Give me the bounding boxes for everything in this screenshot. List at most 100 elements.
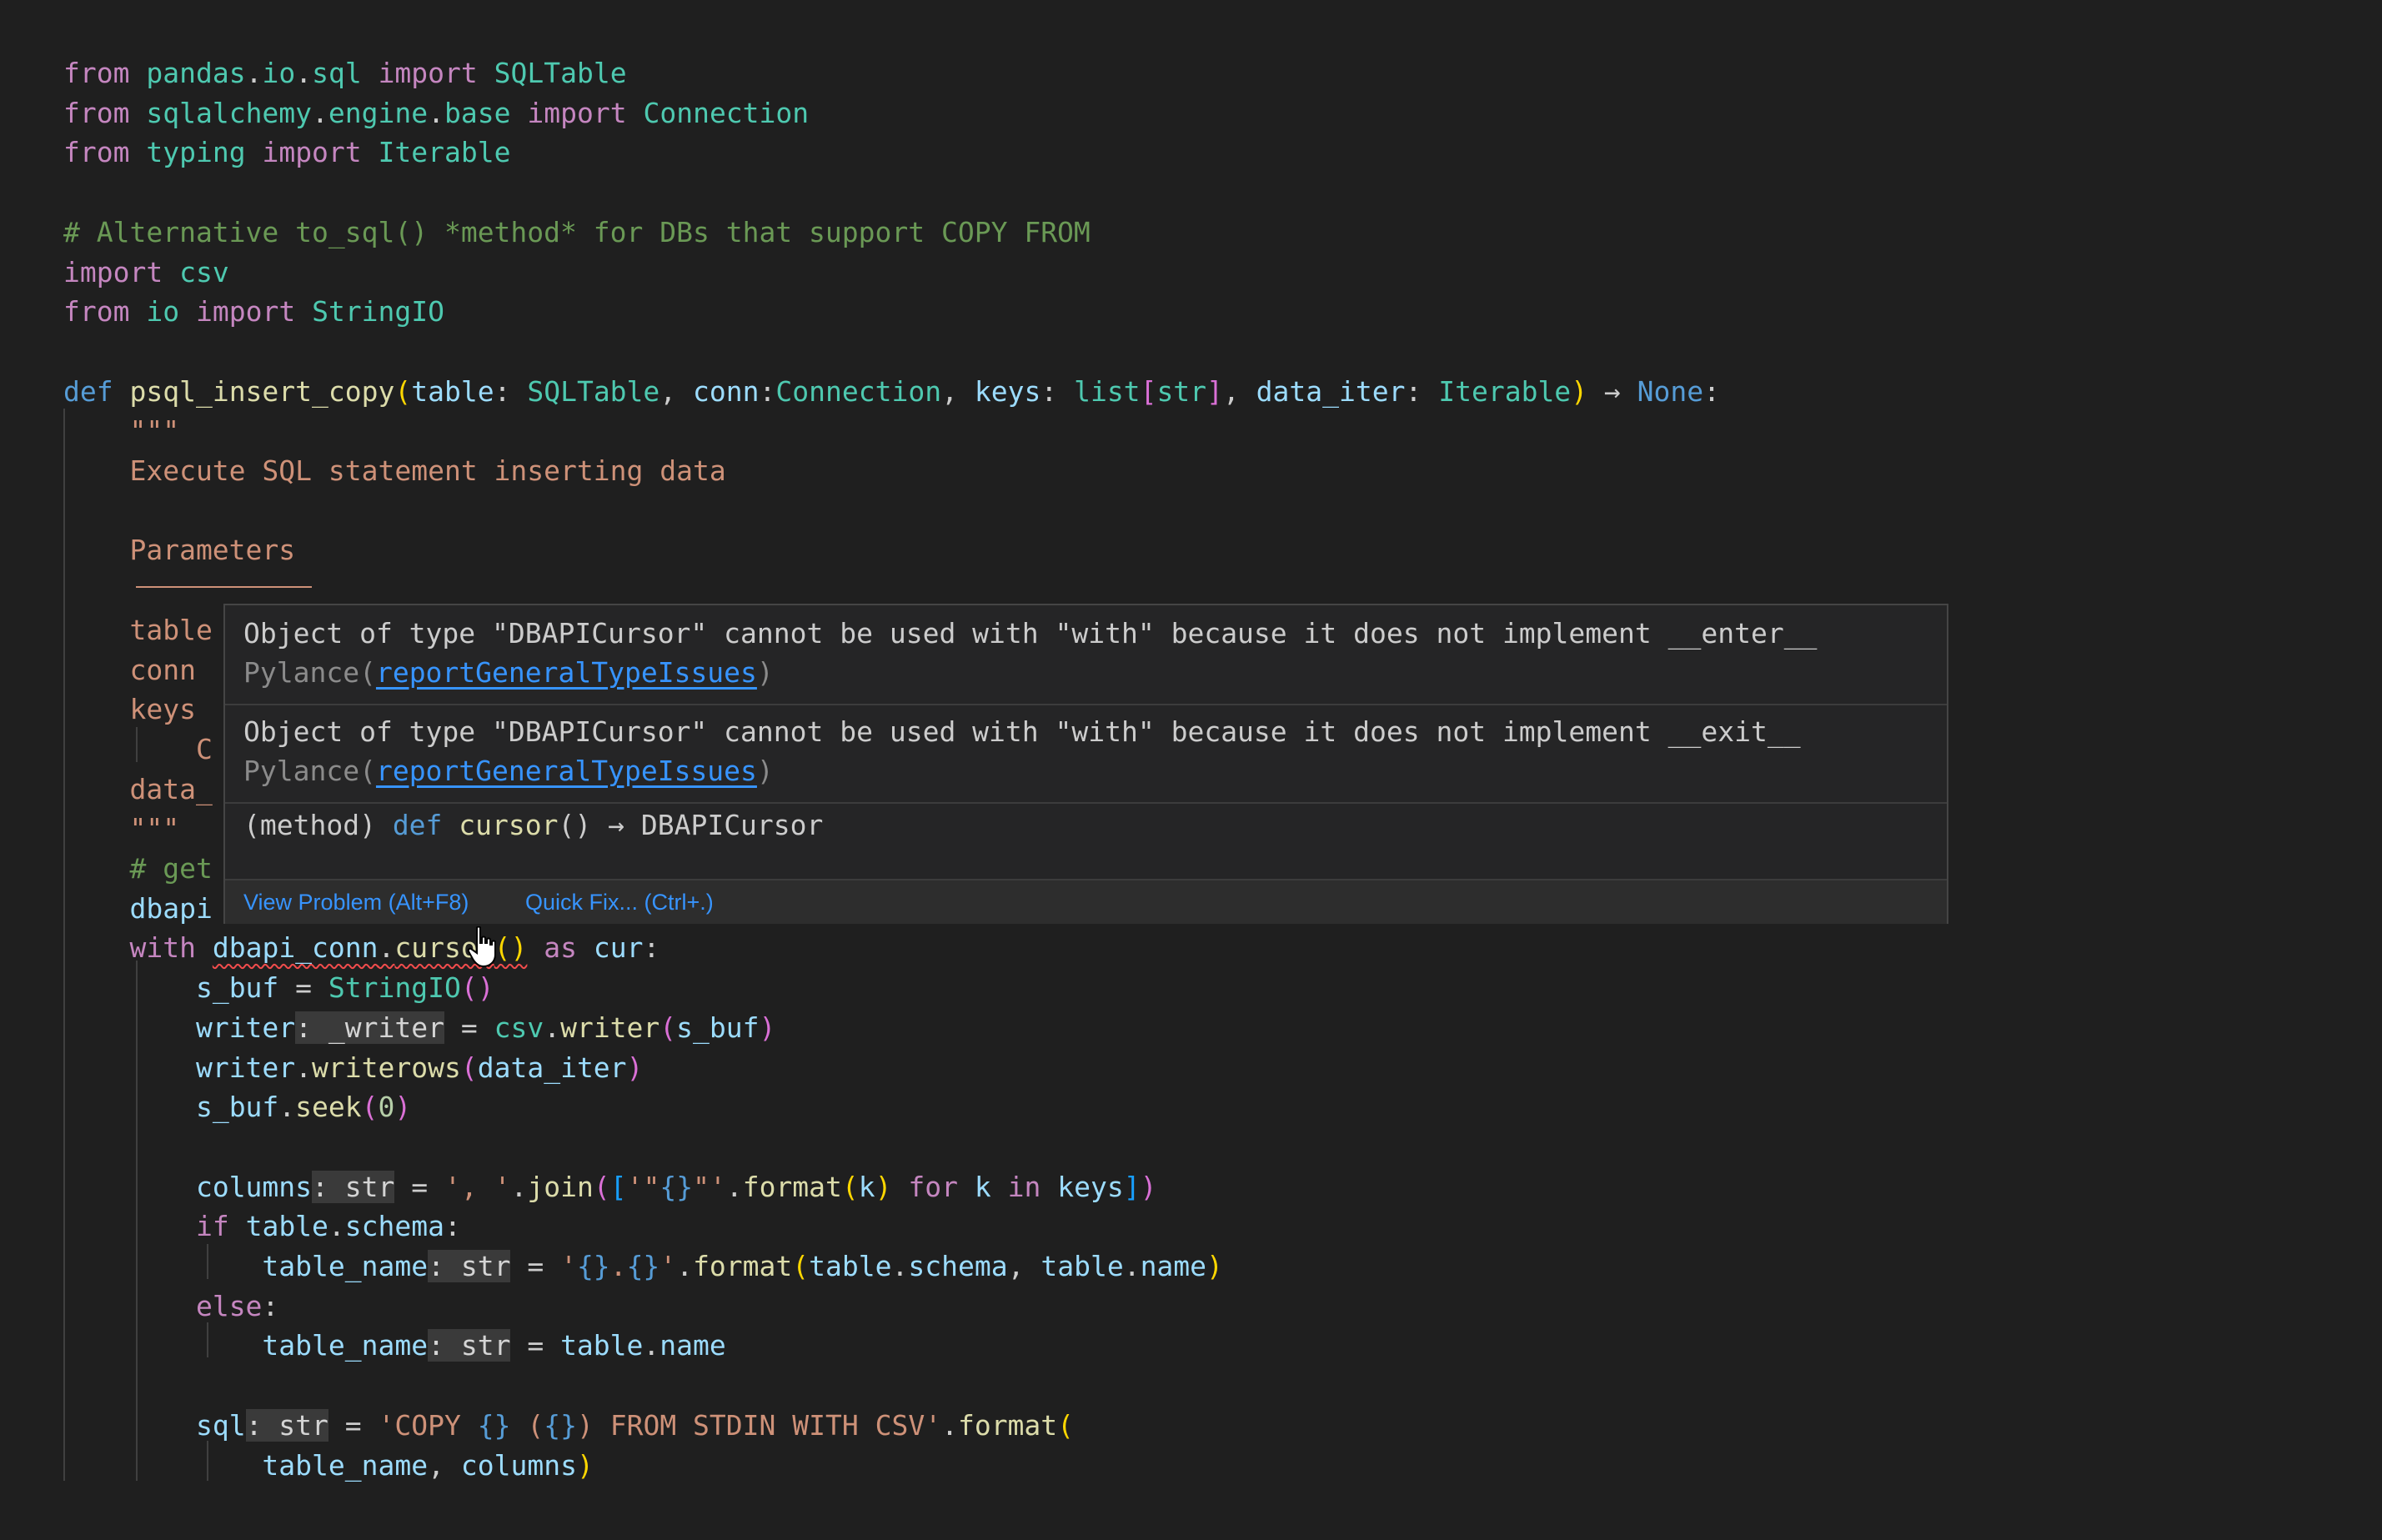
code-token: ( — [394, 374, 412, 408]
code-line[interactable]: sql: str = 'COPY {} ({}) FROM STDIN WITH… — [63, 1406, 1074, 1445]
code-token: writer — [195, 1011, 296, 1044]
rule-link[interactable]: reportGeneralTypeIssues — [376, 755, 757, 787]
code-line[interactable]: writer: _writer = csv.writer(s_buf) — [63, 1008, 775, 1047]
code-line[interactable]: import csv — [63, 253, 229, 292]
code-token: . — [428, 96, 445, 129]
code-token: {} — [576, 1250, 610, 1282]
code-line[interactable]: from io import StringIO — [63, 292, 444, 331]
code-token: : — [759, 374, 776, 408]
code-token: columns — [460, 1448, 577, 1482]
code-token: table_name — [262, 1448, 429, 1482]
code-line[interactable]: table_name: str = table.name — [63, 1326, 726, 1365]
code-token: ( — [593, 1170, 610, 1203]
code-line[interactable]: table_name, columns) — [63, 1446, 593, 1485]
code-token: . — [278, 1091, 296, 1124]
code-line[interactable]: def psql_insert_copy(table: SQLTable, co… — [63, 372, 1720, 411]
code-line[interactable]: s_buf = StringIO() — [63, 968, 494, 1007]
code-line[interactable]: with dbapi_conn.cursor() as cur: — [63, 928, 659, 967]
code-token: for — [908, 1170, 959, 1203]
code-token: . — [378, 931, 395, 965]
code-line[interactable]: Parameters — [63, 530, 295, 569]
code-token: : str — [428, 1329, 511, 1362]
code-line[interactable]: conn — [63, 650, 196, 690]
code-token: dbapi_conn — [212, 931, 379, 965]
code-line[interactable]: data_ — [63, 770, 212, 809]
code-line[interactable]: table — [63, 610, 212, 650]
code-line[interactable]: # Alternative to_sql() *method* for DBs … — [63, 213, 1091, 252]
code-token: str — [1156, 374, 1207, 408]
code-token: conn — [693, 374, 760, 408]
code-token: writerows — [312, 1051, 461, 1084]
code-line[interactable]: writer.writerows(data_iter) — [63, 1048, 643, 1087]
code-line[interactable]: Execute SQL statement inserting data — [63, 451, 726, 490]
code-line[interactable]: dbapi — [63, 889, 212, 928]
code-token: else — [195, 1289, 263, 1322]
code-line[interactable]: """ — [63, 809, 179, 848]
code-token: """ — [63, 812, 180, 845]
code-token: = — [328, 1408, 379, 1442]
code-line[interactable]: C — [63, 730, 213, 769]
problem-source-close: ) — [756, 656, 774, 689]
code-token: table — [411, 374, 494, 408]
code-line[interactable]: if table.schema: — [63, 1206, 461, 1246]
code-token: table_name — [262, 1250, 429, 1282]
code-token: ( — [460, 1051, 478, 1084]
code-token: """ — [63, 414, 180, 448]
code-token: . — [676, 1250, 694, 1282]
quick-fix-link[interactable]: Quick Fix... (Ctrl+.) — [525, 880, 714, 924]
code-token: conn — [63, 653, 196, 686]
code-token: s_buf — [195, 1091, 279, 1124]
code-line[interactable]: keys — [63, 690, 195, 729]
code-token: [ — [1140, 374, 1157, 408]
code-token: io — [262, 57, 296, 89]
code-token: sql — [195, 1408, 246, 1442]
code-token: typing — [146, 136, 246, 169]
code-token: . — [328, 1210, 345, 1243]
code-line[interactable]: columns: str = ', '.join(['"{}"'.format(… — [63, 1167, 1157, 1206]
code-line[interactable]: """ — [63, 411, 179, 450]
code-token: Execute SQL statement inserting data — [63, 454, 726, 487]
code-token: "' — [693, 1170, 726, 1203]
code-token: . — [1123, 1250, 1141, 1282]
code-token: data_iter — [477, 1051, 627, 1084]
code-token: StringIO — [328, 971, 461, 1005]
code-line[interactable]: # get — [63, 849, 212, 888]
code-token: : — [1041, 374, 1075, 408]
code-line[interactable]: table_name: str = '{}.{}'.format(table.s… — [63, 1247, 1223, 1286]
code-token: {} — [544, 1408, 577, 1442]
code-token: ) — [626, 1051, 644, 1084]
code-line[interactable]: from pandas.io.sql import SQLTable — [63, 53, 627, 93]
problem-text: Object of type "DBAPICursor" cannot be u… — [243, 715, 1801, 748]
code-token: . — [544, 1011, 561, 1044]
view-problem-link[interactable]: View Problem (Alt+F8) — [243, 880, 469, 924]
code-token: {} — [477, 1408, 511, 1442]
rule-link[interactable]: reportGeneralTypeIssues — [376, 656, 757, 689]
code-token: writer — [195, 1051, 296, 1084]
code-token: schema — [908, 1250, 1008, 1282]
hover-status-bar: View Problem (Alt+F8) Quick Fix... (Ctrl… — [225, 880, 1947, 924]
code-line[interactable]: else: — [63, 1287, 278, 1326]
code-line[interactable]: from typing import Iterable — [63, 133, 511, 172]
docstring-underline — [136, 586, 312, 588]
code-line[interactable]: s_buf.seek(0) — [63, 1087, 411, 1126]
code-line[interactable]: from sqlalchemy.engine.base import Conne… — [63, 93, 809, 133]
code-token: import — [527, 96, 627, 129]
code-token: import — [378, 57, 478, 89]
code-token: from — [63, 57, 130, 89]
problem-text: Object of type "DBAPICursor" cannot be u… — [243, 617, 1818, 650]
code-token: = — [510, 1250, 561, 1282]
hand-pointer-icon — [467, 926, 496, 968]
